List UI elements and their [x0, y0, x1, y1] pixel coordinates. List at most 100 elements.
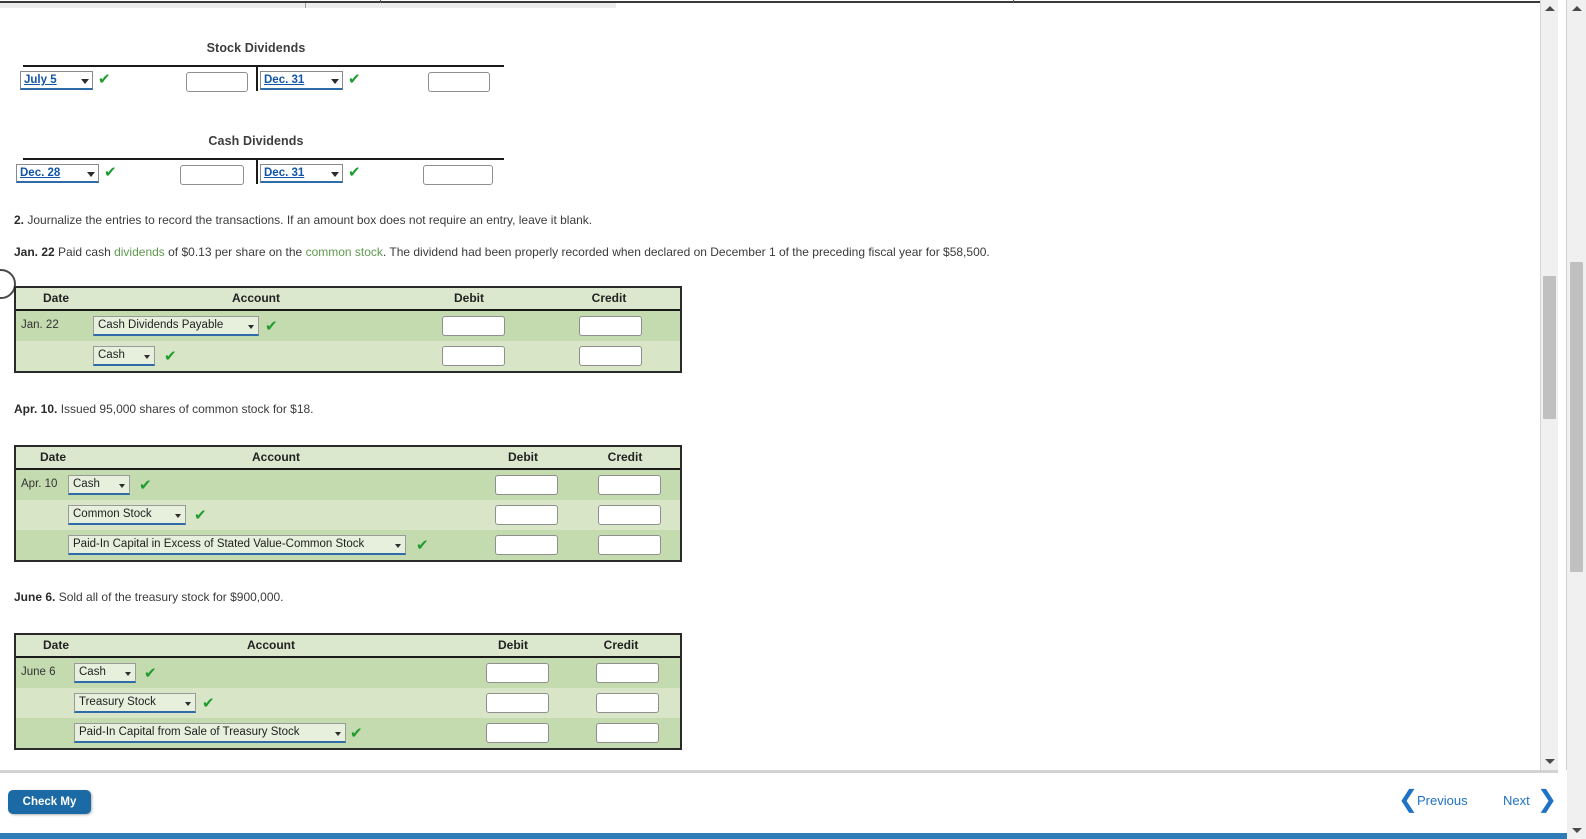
column-header-date: Date: [39, 450, 66, 464]
journal-row-account-select[interactable]: Cash: [93, 346, 155, 366]
journal-row-credit-input[interactable]: [579, 316, 642, 336]
journal-row-debit-input[interactable]: [486, 693, 549, 713]
journal-row-check-icon: ✔: [265, 317, 278, 335]
footer-bottom-bar: [0, 833, 1567, 839]
column-header-account: Account: [252, 450, 300, 464]
journal-row-credit-input[interactable]: [598, 505, 661, 525]
column-header-account: Account: [232, 291, 280, 305]
journal-row-check-icon: ✔: [350, 724, 363, 742]
taccount-top-rule: [23, 158, 504, 160]
transaction-3-description: June 6. Sold all of the treasury stock f…: [14, 589, 284, 605]
content-scroll-pane: Stock Dividends July 5 ✔ Dec. 31 ✔ Cash …: [0, 8, 1540, 770]
column-header-date: Date: [42, 291, 69, 305]
cash-dividends-left-amount-input[interactable]: [180, 165, 244, 185]
chevron-down-icon: [125, 672, 131, 676]
scroll-down-arrow-icon[interactable]: [1567, 822, 1586, 839]
table-row: Treasury Stock ✔: [16, 688, 680, 718]
stock-dividends-left-amount-input[interactable]: [186, 72, 248, 92]
transaction-1-term-common-stock: common stock: [305, 245, 383, 259]
previous-chevron-icon[interactable]: ❮: [1398, 787, 1418, 811]
assignment-page: Stock Dividends July 5 ✔ Dec. 31 ✔ Cash …: [0, 0, 1586, 839]
journal-row-debit-input[interactable]: [442, 316, 505, 336]
cash-dividends-right-amount-input[interactable]: [423, 165, 493, 185]
stock-dividends-left-date-value: July 5: [24, 74, 57, 86]
journal-row-debit-input[interactable]: [442, 346, 505, 366]
cash-dividends-right-date-select[interactable]: Dec. 31: [260, 164, 343, 183]
taccount-title: Cash Dividends: [208, 134, 304, 148]
transaction-1-desc-post: . The dividend had been properly recorde…: [382, 245, 990, 259]
table-row: Paid-In Capital in Excess of Stated Valu…: [16, 530, 680, 560]
cash-dividends-right-date-value: Dec. 31: [264, 167, 305, 179]
journal-row-account-select[interactable]: Treasury Stock: [74, 693, 196, 713]
inner-vertical-scrollbar[interactable]: [1540, 0, 1558, 770]
check-my-work-button[interactable]: Check My Work: [8, 790, 91, 832]
journal-row-account-value: Cash: [79, 666, 106, 678]
scroll-up-arrow-icon[interactable]: [1567, 0, 1586, 17]
transaction-3-desc-text: Sold all of the treasury stock for $900,…: [58, 590, 284, 604]
next-chevron-icon[interactable]: ❯: [1537, 787, 1557, 811]
table-row: June 6 Cash ✔: [16, 658, 680, 688]
journal-row-credit-input[interactable]: [579, 346, 642, 366]
journal-row-account-value: Cash: [98, 349, 125, 361]
journal-row-account-value: Cash Dividends Payable: [98, 319, 224, 331]
table-row: Cash ✔: [16, 341, 680, 371]
top-cutoff-strip: [0, 0, 1540, 8]
journal-row-account-value: Treasury Stock: [79, 696, 156, 708]
journal-row-account-select[interactable]: Paid-In Capital in Excess of Stated Valu…: [68, 535, 406, 555]
chevron-down-icon: [87, 172, 95, 177]
journal-row-debit-input[interactable]: [495, 505, 558, 525]
transaction-1-desc-pre: Paid cash: [58, 245, 115, 259]
top-tick-left: [380, 0, 381, 3]
column-header-debit: Debit: [508, 450, 538, 464]
journal-row-credit-input[interactable]: [598, 535, 661, 555]
journal-table-1: Date Account Debit Credit Jan. 22 Cash D…: [14, 286, 682, 373]
cash-dividends-left-date-select[interactable]: Dec. 28: [16, 164, 99, 183]
inner-scrollbar-thumb[interactable]: [1543, 276, 1556, 419]
taccount-cash-dividends: Cash Dividends Dec. 28 ✔ Dec. 31 ✔: [8, 134, 504, 194]
journal-row-check-icon: ✔: [202, 694, 215, 712]
outer-scrollbar-thumb[interactable]: [1570, 262, 1583, 572]
journal-row-check-icon: ✔: [139, 476, 152, 494]
chevron-down-icon: [81, 79, 89, 84]
stock-dividends-left-date-select[interactable]: July 5: [20, 71, 93, 90]
journal-row-account-select[interactable]: Cash: [74, 663, 136, 683]
top-rule: [0, 1, 1540, 3]
content-right-gutter: [1558, 0, 1567, 770]
stock-dividends-right-amount-input[interactable]: [428, 72, 490, 92]
journal-row-account-select[interactable]: Cash Dividends Payable: [93, 316, 259, 336]
transaction-1-desc-mid: of $0.13 per share on the: [164, 245, 306, 259]
journal-row-debit-input[interactable]: [486, 723, 549, 743]
outer-vertical-scrollbar[interactable]: [1567, 0, 1586, 839]
journal-row-account-select[interactable]: Cash: [68, 475, 130, 495]
stock-dividends-right-date-select[interactable]: Dec. 31: [260, 71, 343, 90]
journal-row-credit-input[interactable]: [596, 723, 659, 743]
stock-dividends-right-check-icon: ✔: [348, 70, 361, 88]
journal-row-account-value: Paid-In Capital from Sale of Treasury St…: [79, 726, 300, 738]
column-header-credit: Credit: [603, 638, 639, 652]
instruction-step-2-number: 2.: [14, 213, 25, 227]
next-button[interactable]: Next: [1503, 793, 1530, 808]
journal-row-account-select[interactable]: Paid-In Capital from Sale of Treasury St…: [74, 723, 346, 743]
journal-row-account-select[interactable]: Common Stock: [68, 505, 186, 525]
journal-row-credit-input[interactable]: [596, 663, 659, 683]
chevron-down-icon: [248, 325, 254, 329]
journal-row-debit-input[interactable]: [495, 475, 558, 495]
journal-row-account-value: Paid-In Capital in Excess of Stated Valu…: [73, 538, 365, 550]
stock-dividends-left-check-icon: ✔: [98, 70, 111, 88]
instruction-step-2: 2. Journalize the entries to record the …: [14, 212, 592, 228]
column-header-debit: Debit: [454, 291, 484, 305]
journal-row-check-icon: ✔: [164, 347, 177, 365]
journal-row-debit-input[interactable]: [495, 535, 558, 555]
previous-button[interactable]: Previous: [1417, 793, 1468, 808]
footer-toolbar: Check My Work ❮ Previous Next ❯: [0, 773, 1558, 833]
chevron-down-icon: [175, 514, 181, 518]
table-row: Common Stock ✔: [16, 500, 680, 530]
journal-row-credit-input[interactable]: [598, 475, 661, 495]
scroll-down-arrow-icon[interactable]: [1541, 753, 1558, 770]
scroll-up-arrow-icon[interactable]: [1541, 0, 1558, 17]
journal-row-check-icon: ✔: [194, 506, 207, 524]
transaction-1-date-label: Jan. 22: [14, 245, 55, 259]
journal-row-debit-input[interactable]: [486, 663, 549, 683]
transaction-3-date-label: June 6.: [14, 590, 56, 604]
journal-row-credit-input[interactable]: [596, 693, 659, 713]
